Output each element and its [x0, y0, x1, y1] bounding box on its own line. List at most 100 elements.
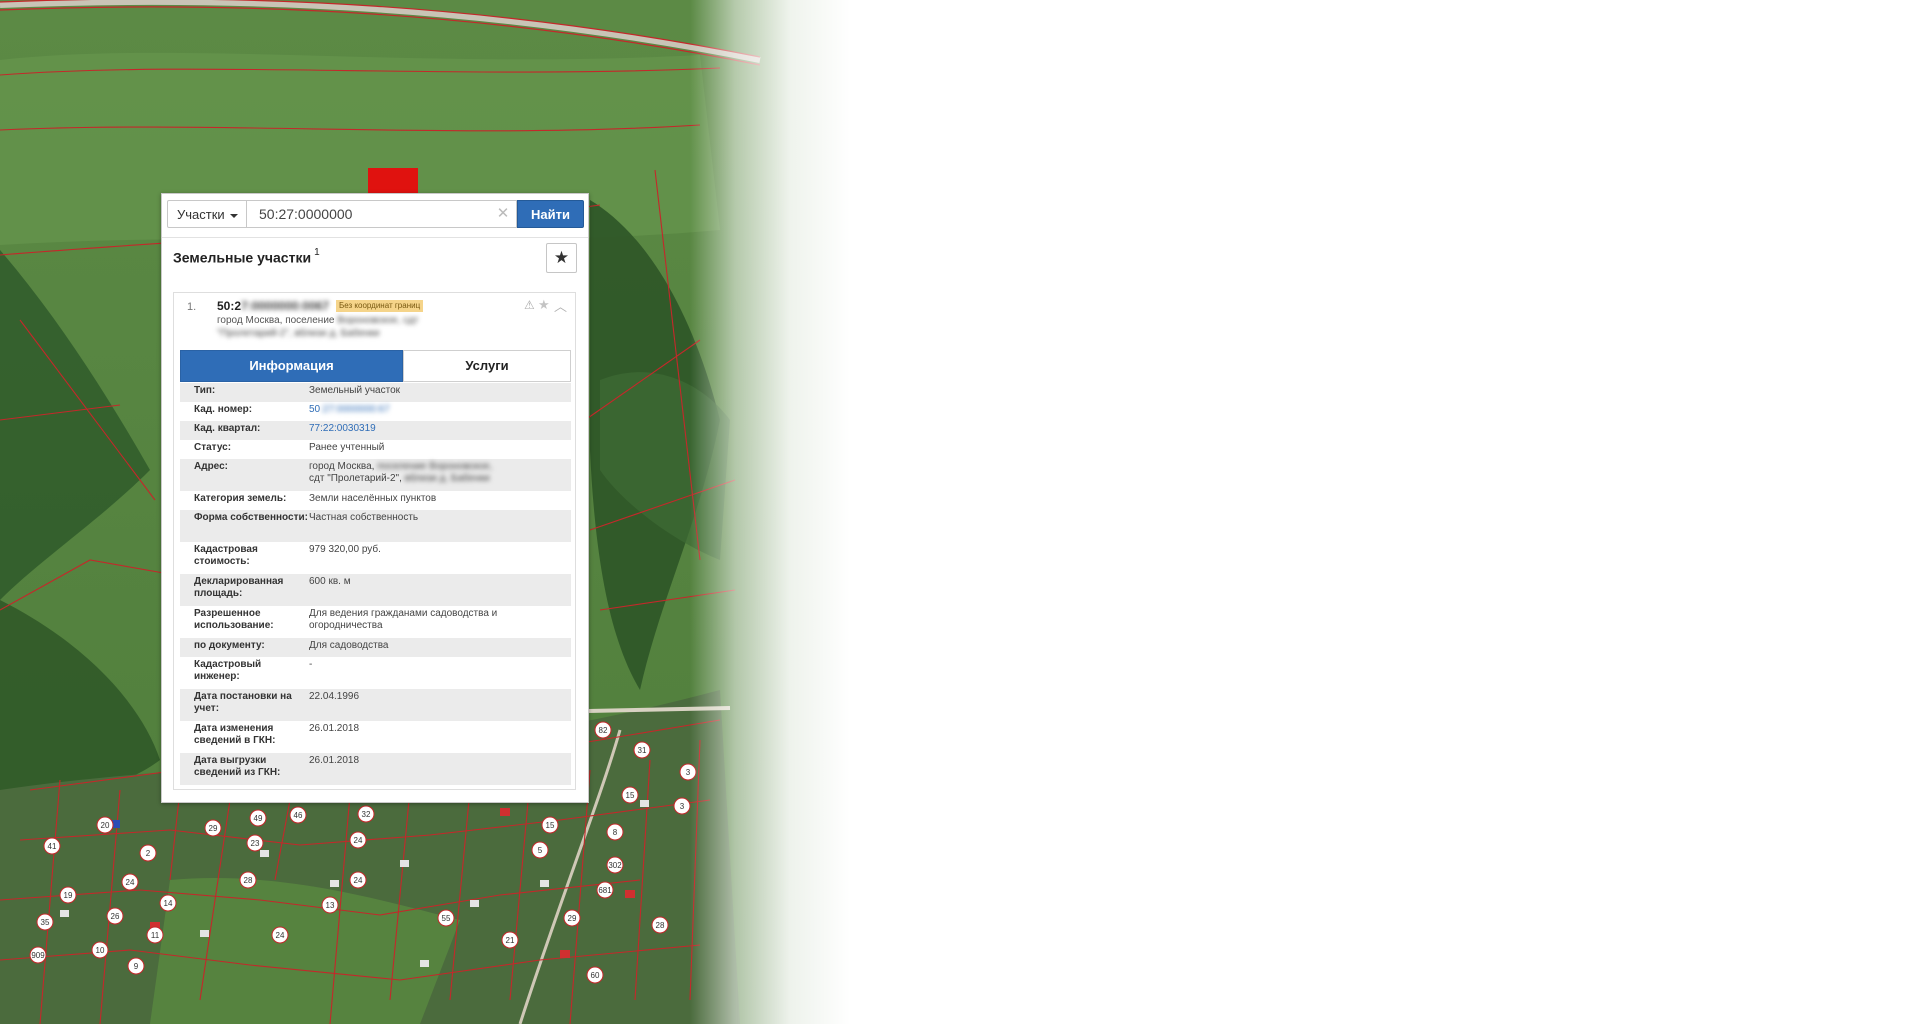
plot-label[interactable]: 21: [501, 931, 519, 949]
row-declared-area: Декларированная площадь: 600 кв. м: [180, 574, 571, 606]
plot-label[interactable]: 24: [121, 873, 139, 891]
label-status: Статус:: [194, 442, 232, 453]
plot-label[interactable]: 26: [106, 907, 124, 925]
plot-label[interactable]: 35: [36, 913, 54, 931]
plot-label-text: 49: [254, 814, 263, 823]
clear-icon[interactable]: ✕: [495, 205, 511, 223]
label-by-document: по документу:: [194, 640, 265, 651]
plot-label[interactable]: 55: [437, 909, 455, 927]
plot-label-text: 10: [96, 946, 105, 955]
result-address: город Москва, поселение Вороновское, сдт…: [217, 314, 467, 340]
plot-label[interactable]: 49: [249, 809, 267, 827]
value-cad-quarter: 77:22:0030319: [309, 421, 571, 440]
label-cad-quarter: Кад. квартал:: [194, 423, 261, 434]
plot-label-text: 29: [568, 914, 577, 923]
plot-label-text: 3: [680, 802, 685, 811]
plot-label[interactable]: 32: [357, 805, 375, 823]
row-address: Адрес: город Москва, поселение Вороновск…: [180, 459, 571, 491]
find-button[interactable]: Найти: [517, 200, 584, 228]
plot-label-text: 24: [354, 876, 363, 885]
row-land-category: Категория земель: Земли населённых пункт…: [180, 491, 571, 510]
cad-quarter-link[interactable]: 77:22:0030319: [309, 423, 376, 434]
plot-label[interactable]: 13: [321, 896, 339, 914]
plot-label-text: 35: [41, 918, 50, 927]
plot-label[interactable]: 681: [596, 881, 614, 899]
label-permitted-use: Разрешенное использование:: [194, 608, 274, 631]
plot-label-text: 46: [294, 811, 303, 820]
plot-label[interactable]: 46: [289, 806, 307, 824]
divider: [162, 237, 588, 238]
chevron-up-icon[interactable]: ︿: [554, 296, 567, 315]
plot-label[interactable]: 41: [43, 837, 61, 855]
label-cad-cost: Кадастровая стоимость:: [194, 544, 258, 567]
result-index: 1.: [187, 301, 197, 313]
tab-services[interactable]: Услуги: [403, 350, 571, 382]
row-engineer: Кадастровый инженер: -: [180, 657, 571, 689]
plot-label[interactable]: 24: [349, 831, 367, 849]
tab-information[interactable]: Информация: [180, 350, 403, 382]
label-declared-area: Декларированная площадь:: [194, 576, 284, 599]
row-status: Статус: Ранее учтенный: [180, 440, 571, 459]
plot-label[interactable]: 909: [29, 946, 47, 964]
plot-label[interactable]: 24: [349, 871, 367, 889]
plot-label-text: 28: [656, 921, 665, 930]
row-type: Тип: Земельный участок: [180, 383, 571, 402]
plot-label[interactable]: 28: [651, 916, 669, 934]
plot-label-text: 24: [354, 836, 363, 845]
search-type-select[interactable]: Участки: [167, 200, 247, 228]
plot-label-text: 28: [244, 876, 253, 885]
plot-label[interactable]: 5: [531, 841, 549, 859]
search-panel: Участки ✕ Найти Земельные участки1 ★ 1. …: [161, 193, 589, 803]
value-changed-date: 26.01.2018: [309, 723, 360, 734]
results-title: Земельные участки 1: [173, 247, 320, 266]
plot-label-text: 14: [164, 899, 173, 908]
cad-number-prefix: 50: [309, 404, 321, 415]
plot-label[interactable]: 20: [96, 816, 114, 834]
favorite-star-icon[interactable]: ★: [538, 297, 550, 313]
plot-label[interactable]: 19: [59, 886, 77, 904]
plot-label[interactable]: 2: [139, 844, 157, 862]
plot-label[interactable]: 8: [606, 823, 624, 841]
plot-label-text: 60: [591, 971, 600, 980]
plot-label[interactable]: 15: [541, 816, 559, 834]
plot-label[interactable]: 14: [159, 894, 177, 912]
favorites-button[interactable]: ★: [546, 243, 577, 273]
plot-label[interactable]: 3: [673, 797, 691, 815]
plot-label[interactable]: 15: [621, 786, 639, 804]
row-registered-date: Дата постановки на учет: 22.04.1996: [180, 689, 571, 721]
plot-label[interactable]: 60: [586, 966, 604, 984]
info-table: Тип: Земельный участок Кад. номер: 50:27…: [180, 383, 571, 785]
result-number-prefix: 50:2: [217, 299, 242, 313]
address-blurred-2: вблизи д. Бабенки: [404, 473, 490, 484]
plot-label[interactable]: 29: [204, 819, 222, 837]
plot-label[interactable]: 28: [239, 871, 257, 889]
plot-label-text: 21: [506, 936, 515, 945]
plot-label-text: 11: [151, 931, 160, 940]
label-changed-date: Дата изменения сведений в ГКН:: [194, 723, 276, 746]
plot-label-text: 13: [326, 901, 335, 910]
value-ownership: Частная собственность: [309, 512, 419, 523]
plot-label[interactable]: 3: [679, 763, 697, 781]
row-ownership: Форма собственности: Частная собственнос…: [180, 510, 571, 542]
cad-number-link[interactable]: 50:27:0000000:67: [309, 404, 390, 415]
star-icon: ★: [553, 248, 570, 267]
label-address: Адрес:: [194, 461, 228, 472]
plot-label[interactable]: 31: [633, 741, 651, 759]
plot-label[interactable]: 302: [606, 856, 624, 874]
row-cad-quarter: Кад. квартал: 77:22:0030319: [180, 421, 571, 440]
label-cad-number: Кад. номер:: [194, 404, 253, 415]
plot-label[interactable]: 11: [146, 926, 164, 944]
plot-label[interactable]: 10: [91, 941, 109, 959]
plot-label-text: 681: [598, 886, 612, 895]
plot-label[interactable]: 9: [127, 957, 145, 975]
plot-label[interactable]: 82: [594, 721, 612, 739]
search-input[interactable]: [247, 200, 517, 228]
result-cad-number[interactable]: 50:27:0000000:0067: [217, 299, 329, 313]
label-ownership: Форма собственности:: [194, 512, 308, 523]
warning-icon[interactable]: ⚠: [524, 298, 535, 312]
plot-label-text: 9: [134, 962, 139, 971]
value-registered-date: 22.04.1996: [309, 691, 360, 702]
plot-label[interactable]: 24: [271, 926, 289, 944]
plot-label[interactable]: 29: [563, 909, 581, 927]
plot-label[interactable]: 23: [246, 834, 264, 852]
